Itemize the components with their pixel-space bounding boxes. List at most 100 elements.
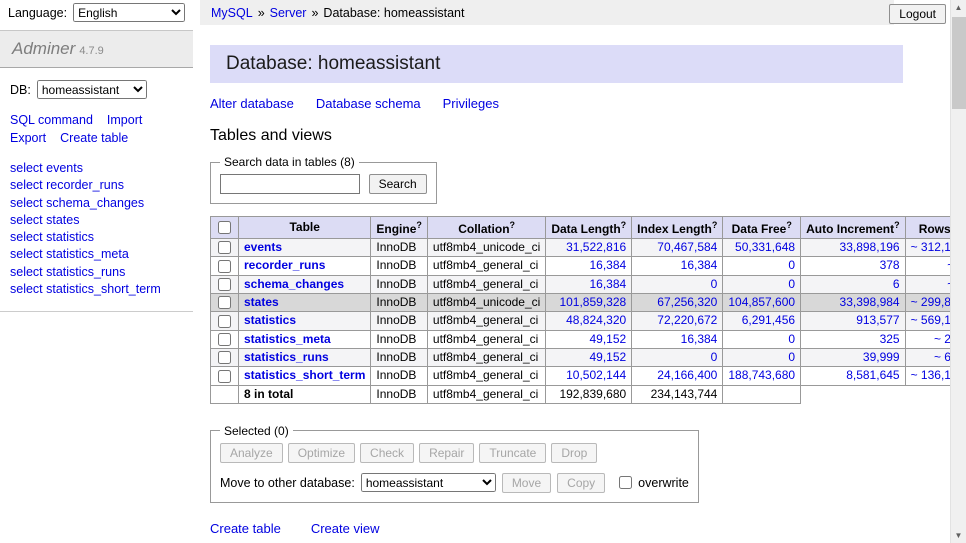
db-select[interactable]: homeassistant: [37, 80, 147, 99]
auto-increment-link[interactable]: 913,577: [856, 313, 899, 327]
table-name-link-statistics-meta[interactable]: statistics_meta: [244, 332, 331, 346]
data-free-link[interactable]: 0: [788, 350, 795, 364]
data-length-link[interactable]: 31,522,816: [566, 240, 626, 254]
row-checkbox-statistics-short-term[interactable]: [218, 370, 231, 383]
data-free-link[interactable]: 50,331,648: [735, 240, 795, 254]
database-schema-link[interactable]: Database schema: [316, 96, 421, 111]
data-free-link[interactable]: 188,743,680: [728, 368, 795, 382]
data-length-link[interactable]: 101,859,328: [559, 295, 626, 309]
move-button[interactable]: Move: [502, 473, 551, 493]
row-checkbox-events[interactable]: [218, 241, 231, 254]
auto-increment-link[interactable]: 6: [893, 277, 900, 291]
table-name-link-recorder-runs[interactable]: recorder_runs: [244, 258, 325, 272]
data-free-link[interactable]: 104,857,600: [728, 295, 795, 309]
analyze-button[interactable]: Analyze: [220, 443, 283, 463]
breadcrumb-server-link[interactable]: Server: [270, 6, 307, 20]
sidebar-select-statistics-runs[interactable]: select statistics_runs: [10, 264, 183, 281]
data-free-link[interactable]: 0: [788, 277, 795, 291]
index-length-link[interactable]: 67,256,320: [657, 295, 717, 309]
sidebar-select-statistics[interactable]: select statistics: [10, 229, 183, 246]
auto-increment-link[interactable]: 39,999: [863, 350, 900, 364]
optimize-button[interactable]: Optimize: [288, 443, 355, 463]
vertical-scrollbar[interactable]: ▲ ▼: [950, 0, 966, 543]
create-table-link[interactable]: Create table: [210, 521, 281, 536]
table-row-statistics-short-term: statistics_short_termInnoDButf8mb4_gener…: [211, 367, 966, 385]
sidebar-select-events[interactable]: select events: [10, 160, 183, 177]
repair-button[interactable]: Repair: [419, 443, 474, 463]
tables-heading: Tables and views: [210, 127, 903, 145]
data-free-link[interactable]: 0: [788, 332, 795, 346]
auto-increment-link[interactable]: 325: [880, 332, 900, 346]
row-checkbox-statistics-meta[interactable]: [218, 333, 231, 346]
index-length-link[interactable]: 72,220,672: [657, 313, 717, 327]
scroll-down-arrow-icon[interactable]: ▼: [951, 528, 966, 543]
sidebar-link-sql-command[interactable]: SQL command: [10, 113, 93, 127]
data-length-link[interactable]: 16,384: [589, 258, 626, 272]
column-header-data-free[interactable]: Data Free?: [723, 217, 801, 239]
engine-cell: InnoDB: [371, 330, 428, 348]
row-checkbox-recorder-runs[interactable]: [218, 260, 231, 273]
sidebar-select-statistics-short-term[interactable]: select statistics_short_term: [10, 281, 183, 298]
index-length-link[interactable]: 0: [711, 277, 718, 291]
row-checkbox-statistics-runs[interactable]: [218, 351, 231, 364]
table-name-cell: recorder_runs: [239, 257, 371, 275]
index-length-link[interactable]: 16,384: [681, 332, 718, 346]
column-header-table[interactable]: Table: [239, 217, 371, 239]
index-length-link[interactable]: 24,166,400: [657, 368, 717, 382]
drop-button[interactable]: Drop: [551, 443, 597, 463]
auto-increment-link[interactable]: 33,398,984: [840, 295, 900, 309]
data-free-link[interactable]: 6,291,456: [742, 313, 795, 327]
sidebar-link-create-table[interactable]: Create table: [60, 131, 128, 145]
check-button[interactable]: Check: [360, 443, 414, 463]
logout-button[interactable]: Logout: [889, 4, 946, 24]
table-name-link-states[interactable]: states: [244, 295, 279, 309]
table-name-link-statistics-short-term[interactable]: statistics_short_term: [244, 368, 365, 382]
index-length-link[interactable]: 70,467,584: [657, 240, 717, 254]
sidebar-select-schema-changes[interactable]: select schema_changes: [10, 195, 183, 212]
alter-database-link[interactable]: Alter database: [210, 96, 294, 111]
row-checkbox-schema-changes[interactable]: [218, 278, 231, 291]
table-name-link-schema-changes[interactable]: schema_changes: [244, 277, 344, 291]
data-length-link[interactable]: 16,384: [589, 277, 626, 291]
index-length-cell: 72,220,672: [632, 312, 723, 330]
truncate-button[interactable]: Truncate: [479, 443, 546, 463]
move-db-select[interactable]: homeassistant: [361, 473, 496, 492]
table-name-link-statistics[interactable]: statistics: [244, 313, 296, 327]
table-name-link-statistics-runs[interactable]: statistics_runs: [244, 350, 329, 364]
data-free-link[interactable]: 0: [788, 258, 795, 272]
auto-increment-link[interactable]: 33,898,196: [840, 240, 900, 254]
column-header-auto-increment[interactable]: Auto Increment?: [801, 217, 906, 239]
total-check-cell: [211, 385, 239, 403]
search-button[interactable]: Search: [369, 174, 427, 194]
copy-button[interactable]: Copy: [557, 473, 605, 493]
column-header-collation[interactable]: Collation?: [427, 217, 545, 239]
auto-increment-link[interactable]: 8,581,645: [846, 368, 899, 382]
table-name-link-events[interactable]: events: [244, 240, 282, 254]
language-select[interactable]: English: [73, 3, 185, 22]
data-length-link[interactable]: 10,502,144: [566, 368, 626, 382]
search-input[interactable]: [220, 174, 360, 194]
overwrite-checkbox[interactable]: [619, 476, 632, 489]
sidebar-link-import[interactable]: Import: [107, 113, 142, 127]
select-all-checkbox[interactable]: [218, 221, 231, 234]
data-length-link[interactable]: 49,152: [589, 350, 626, 364]
scrollbar-thumb[interactable]: [952, 17, 966, 109]
sidebar-select-recorder-runs[interactable]: select recorder_runs: [10, 177, 183, 194]
scroll-up-arrow-icon[interactable]: ▲: [951, 0, 966, 15]
column-header-index-length[interactable]: Index Length?: [632, 217, 723, 239]
row-checkbox-statistics[interactable]: [218, 315, 231, 328]
column-header-engine[interactable]: Engine?: [371, 217, 428, 239]
index-length-link[interactable]: 0: [711, 350, 718, 364]
breadcrumb-mysql-link[interactable]: MySQL: [211, 6, 253, 20]
sidebar-link-export[interactable]: Export: [10, 131, 46, 145]
sidebar-select-states[interactable]: select states: [10, 212, 183, 229]
create-view-link[interactable]: Create view: [311, 521, 380, 536]
privileges-link[interactable]: Privileges: [443, 96, 499, 111]
index-length-link[interactable]: 16,384: [681, 258, 718, 272]
sidebar-select-statistics-meta[interactable]: select statistics_meta: [10, 246, 183, 263]
row-checkbox-states[interactable]: [218, 296, 231, 309]
auto-increment-link[interactable]: 378: [880, 258, 900, 272]
data-length-link[interactable]: 48,824,320: [566, 313, 626, 327]
column-header-data-length[interactable]: Data Length?: [546, 217, 632, 239]
data-length-link[interactable]: 49,152: [589, 332, 626, 346]
